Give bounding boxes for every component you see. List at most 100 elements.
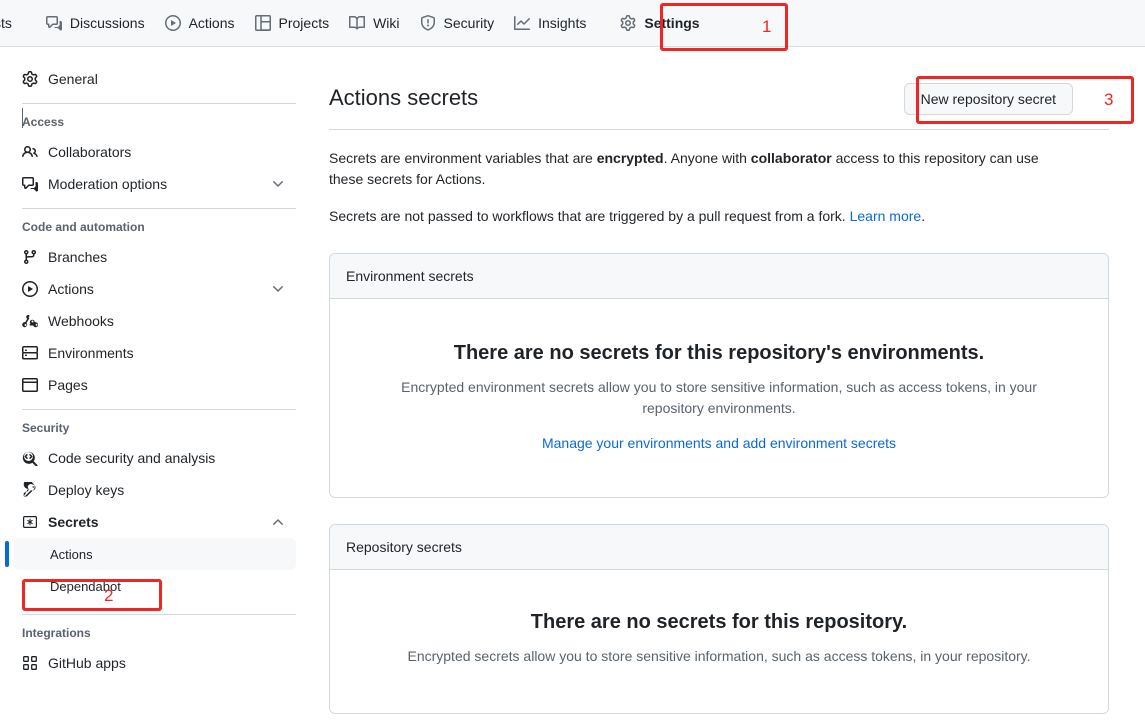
sidebar-item-label: Actions [48,281,94,297]
sidebar-section-heading-security: Security [22,421,70,435]
nav-item-label: Insights [538,15,587,31]
fork-note-paragraph: Secrets are not passed to workflows that… [329,206,1069,227]
nav-item-label: Security [443,15,495,31]
nav-item-pull-requests[interactable]: sts [0,0,22,47]
sidebar-item-actions[interactable]: Actions [14,273,296,305]
repository-secrets-panel-header: Repository secrets [330,525,1108,570]
secrets-description-paragraph: Secrets are environment variables that a… [329,148,1069,190]
sidebar-item-label: Pages [48,377,88,393]
environment-secrets-panel-header: Environment secrets [330,254,1108,299]
sidebar-divider [22,208,296,209]
main-content: Actions secrets New repository secret Se… [329,47,1109,720]
title-divider [329,129,1109,130]
nav-item-projects[interactable]: Projects [245,0,340,47]
sidebar-divider [22,103,296,104]
new-repository-secret-button[interactable]: New repository secret [903,83,1073,115]
nav-item-insights[interactable]: Insights [504,0,596,47]
tab-settings-label: Settings [644,15,700,31]
tab-settings[interactable]: Settings [610,0,709,47]
repo-nav-bar: sts Discussions Actions Projects Wiki Se… [0,0,1145,47]
sidebar-divider [22,409,296,410]
people-icon [22,144,38,160]
play-icon [22,281,38,297]
chevron-down-icon[interactable] [270,281,286,297]
apps-icon [22,655,38,671]
sidebar-item-github-apps[interactable]: GitHub apps [14,647,296,679]
codescan-icon [22,450,38,466]
sidebar-item-environments[interactable]: Environments [14,337,296,369]
server-icon [22,345,38,361]
sidebar-item-label: Moderation options [48,176,168,192]
desc-bold-collaborator: collaborator [750,150,832,166]
repository-secrets-blankslate: There are no secrets for this repository… [330,570,1108,713]
sidebar-item-label: Secrets [48,514,99,530]
sidebar-item-branches[interactable]: Branches [14,241,296,273]
key-icon [22,482,38,498]
sidebar-item-label: GitHub apps [48,655,126,671]
sidebar-item-label: Deploy keys [48,482,125,498]
sidebar-item-label: Collaborators [48,144,132,160]
learn-more-link[interactable]: Learn more [850,208,922,224]
sidebar-section-heading-code-and-automation: Code and automation [22,220,145,234]
nav-item-label: Actions [188,15,235,31]
sidebar-item-general[interactable]: General [14,63,296,95]
settings-sidebar: General Access Collaborators Moderation … [0,47,306,720]
graph-icon [514,15,531,31]
sidebar-item-secrets[interactable]: Secrets [14,506,296,538]
sidebar-item-label: Code security and analysis [48,450,216,466]
sidebar-item-label: Environments [48,345,134,361]
sidebar-subitem-label: Actions [50,546,93,562]
comment-discussion-icon [22,176,38,192]
chevron-up-icon[interactable] [270,514,286,530]
sidebar-section-heading-integrations: Integrations [22,626,91,640]
nav-item-label: sts [0,15,12,31]
desc-part-1: Secrets are environment variables that a… [329,150,597,166]
git-branch-icon [22,249,38,265]
table-icon [254,15,271,31]
shield-icon [420,15,436,31]
nav-item-label: Wiki [373,15,400,31]
sidebar-item-collaborators[interactable]: Collaborators [14,136,296,168]
sidebar-secrets-actions[interactable]: Actions [5,538,296,570]
gear-icon [22,71,38,87]
webhook-icon [22,313,38,329]
annotation-number-1: 1 [762,17,772,36]
repository-blank-subtitle: Encrypted secrets allow you to store sen… [407,648,1031,664]
nav-item-label: Discussions [69,15,145,31]
gear-icon [620,15,636,31]
environment-secrets-panel: Environment secrets There are no secrets… [329,253,1109,498]
desc-part-2: . Anyone with [663,150,751,166]
sidebar-item-webhooks[interactable]: Webhooks [14,305,296,337]
annotation-number-3: 3 [1104,90,1114,109]
sidebar-item-moderation-options[interactable]: Moderation options [14,168,296,200]
book-icon [349,15,366,31]
comment-discussion-icon [45,15,62,31]
sidebar-item-deploy-keys[interactable]: Deploy keys [14,474,296,506]
manage-environments-link[interactable]: Manage your environments and add environ… [542,435,896,451]
chevron-down-icon[interactable] [270,176,286,192]
desc-bold-encrypted: encrypted [596,150,664,166]
repository-blank-title: There are no secrets for this repository… [530,611,908,633]
sidebar-divider [22,614,296,615]
repository-secrets-panel: Repository secrets There are no secrets … [329,524,1109,714]
sidebar-item-code-security-and-analysis[interactable]: Code security and analysis [14,442,296,474]
sidebar-cursor-mark [22,108,23,128]
environment-secrets-blankslate: There are no secrets for this repository… [330,299,1108,497]
sidebar-item-label: General [48,71,98,87]
sidebar-item-label: Webhooks [48,313,114,329]
nav-item-discussions[interactable]: Discussions [36,0,155,47]
annotation-number-2: 2 [104,586,114,605]
nav-item-actions[interactable]: Actions [155,0,245,47]
fork-note-suffix: . [921,208,926,224]
nav-item-wiki[interactable]: Wiki [339,0,409,47]
nav-item-label: Projects [278,15,330,31]
sidebar-item-pages[interactable]: Pages [14,369,296,401]
nav-item-security[interactable]: Security [410,0,505,47]
play-icon [164,15,181,31]
environment-blank-subtitle: Encrypted environment secrets allow you … [401,379,1037,416]
environment-blank-title: There are no secrets for this repository… [453,342,985,364]
browser-icon [22,377,38,393]
sidebar-section-heading-access: Access [22,115,65,129]
sidebar-item-label: Branches [48,249,108,265]
sidebar-secrets-dependabot[interactable]: Dependabot [14,570,296,602]
